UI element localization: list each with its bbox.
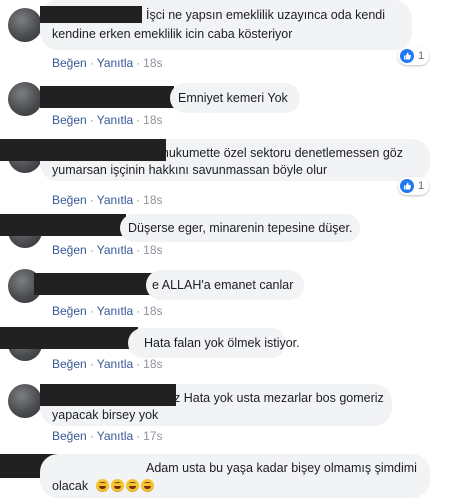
avatar[interactable] bbox=[8, 8, 42, 42]
timestamp[interactable]: 18s bbox=[143, 243, 162, 257]
comment-text: kendine erken emeklilik icin caba köster… bbox=[52, 27, 293, 41]
comment-text: yumarsan işçinin hakkını savunmassan böy… bbox=[52, 163, 328, 177]
reply-button[interactable]: Yanıtla bbox=[97, 304, 133, 318]
comment-actions: Beğen · Yanıtla · 18s bbox=[52, 193, 163, 207]
avatar[interactable] bbox=[8, 384, 42, 418]
comment-text-line: olacak bbox=[52, 479, 89, 493]
separator: · bbox=[136, 193, 141, 207]
comment-bubble: Düşerse eger, minarenin tepesine düşer. bbox=[120, 214, 360, 242]
comment-actions: Beğen · Yanıtla · 18s bbox=[52, 113, 163, 127]
separator: · bbox=[89, 429, 94, 443]
timestamp[interactable]: 18s bbox=[143, 304, 162, 318]
comment-bubble: e ALLAH'a emanet canlar bbox=[146, 270, 304, 300]
redacted-name bbox=[40, 86, 174, 108]
separator: · bbox=[136, 357, 141, 371]
grinning-face-with-sweat-icon bbox=[110, 479, 124, 492]
grinning-face-with-sweat-icon bbox=[125, 479, 139, 492]
comment-actions: Beğen · Yanıtla · 18s bbox=[52, 243, 163, 257]
comment-text: Hata falan yok ölmek istiyor. bbox=[144, 336, 300, 350]
comment-bubble: Emniyet kemeri Yok bbox=[170, 83, 300, 113]
reply-button[interactable]: Yanıtla bbox=[97, 357, 133, 371]
comment-text: Hata hukumette özel sektoru denetlemesse… bbox=[132, 146, 403, 160]
avatar[interactable] bbox=[8, 82, 42, 116]
reaction-count[interactable]: 1 bbox=[398, 47, 430, 65]
comment-bubble: Hata hukumette özel sektoru denetlemesse… bbox=[0, 139, 430, 181]
comment-text: z Hata yok usta mezarlar bos gomeriz bbox=[174, 391, 384, 405]
comment-text: Adam usta bu yaşa kadar bişey olmamış şi… bbox=[146, 461, 417, 475]
redacted-name bbox=[40, 384, 176, 406]
separator: · bbox=[89, 357, 94, 371]
comment-text: Emniyet kemeri Yok bbox=[178, 91, 288, 105]
comment-text: Düşerse eger, minarenin tepesine düşer. bbox=[128, 221, 353, 235]
grinning-face-with-sweat-icon bbox=[95, 479, 109, 492]
like-icon bbox=[400, 49, 414, 63]
timestamp[interactable]: 18s bbox=[143, 56, 162, 70]
comment-bubble: İşci ne yapsın emeklilik uzayınca oda ke… bbox=[40, 0, 412, 50]
comment-text: yapacak birsey yok bbox=[52, 408, 159, 422]
separator: · bbox=[136, 243, 141, 257]
reaction-count[interactable]: 1 bbox=[398, 177, 430, 195]
redacted-name bbox=[0, 327, 138, 349]
timestamp[interactable]: 18s bbox=[143, 357, 162, 371]
reaction-count-label: 1 bbox=[418, 50, 425, 62]
timestamp[interactable]: 18s bbox=[143, 193, 162, 207]
grinning-face-with-sweat-icon bbox=[140, 479, 154, 492]
like-icon bbox=[400, 179, 414, 193]
timestamp[interactable]: 18s bbox=[143, 113, 162, 127]
comment-text: e ALLAH'a emanet canlar bbox=[152, 278, 294, 292]
separator: · bbox=[89, 243, 94, 257]
comment-actions: Beğen · Yanıtla · 17s bbox=[52, 429, 163, 443]
like-button[interactable]: Beğen bbox=[52, 243, 87, 257]
comment-bubble: Hata falan yok ölmek istiyor. bbox=[128, 328, 300, 358]
like-button[interactable]: Beğen bbox=[52, 193, 87, 207]
separator: · bbox=[89, 113, 94, 127]
comment-actions: Beğen · Yanıtla · 18s bbox=[52, 56, 163, 70]
separator: · bbox=[136, 113, 141, 127]
like-button[interactable]: Beğen bbox=[52, 429, 87, 443]
like-button[interactable]: Beğen bbox=[52, 304, 87, 318]
separator: · bbox=[136, 304, 141, 318]
reply-button[interactable]: Yanıtla bbox=[97, 56, 133, 70]
redacted-name bbox=[0, 214, 126, 236]
like-button[interactable]: Beğen bbox=[52, 357, 87, 371]
separator: · bbox=[89, 304, 94, 318]
comment-text: olacak bbox=[52, 478, 156, 495]
comment-actions: Beğen · Yanıtla · 18s bbox=[52, 304, 163, 318]
timestamp[interactable]: 17s bbox=[143, 429, 162, 443]
reply-button[interactable]: Yanıtla bbox=[97, 243, 133, 257]
reaction-count-label: 1 bbox=[418, 180, 425, 192]
separator: · bbox=[136, 429, 141, 443]
like-button[interactable]: Beğen bbox=[52, 56, 87, 70]
comment-bubble: z Hata yok usta mezarlar bos gomeriz yap… bbox=[40, 384, 392, 426]
reply-button[interactable]: Yanıtla bbox=[97, 429, 133, 443]
separator: · bbox=[89, 193, 94, 207]
reply-button[interactable]: Yanıtla bbox=[97, 113, 133, 127]
comment-bubble: Adam usta bu yaşa kadar bişey olmamış şi… bbox=[40, 454, 430, 498]
redacted-name bbox=[34, 273, 154, 295]
separator: · bbox=[136, 56, 141, 70]
separator: · bbox=[89, 56, 94, 70]
like-button[interactable]: Beğen bbox=[52, 113, 87, 127]
reply-button[interactable]: Yanıtla bbox=[97, 193, 133, 207]
comment-actions: Beğen · Yanıtla · 18s bbox=[52, 357, 163, 371]
comment-text: İşci ne yapsın emeklilik uzayınca oda ke… bbox=[146, 8, 386, 22]
redacted-name bbox=[40, 6, 142, 23]
